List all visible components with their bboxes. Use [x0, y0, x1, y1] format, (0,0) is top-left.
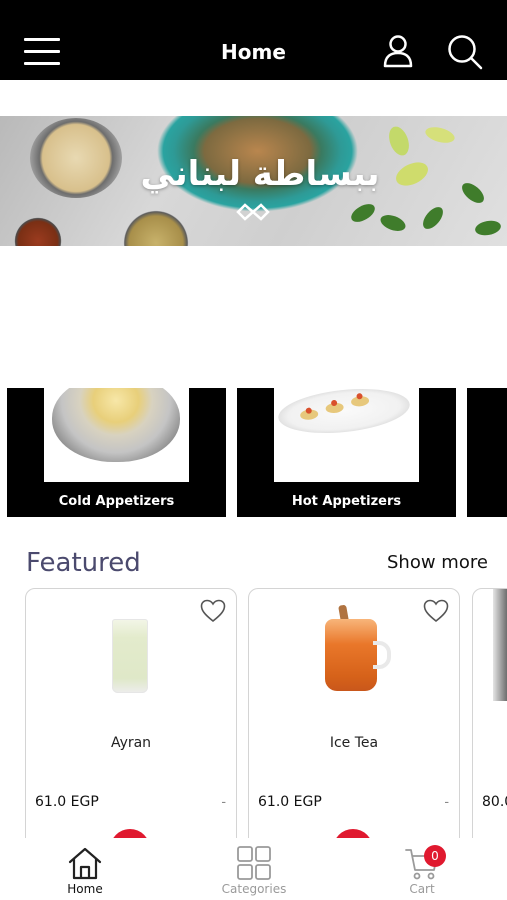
top-app-bar: Home [0, 0, 507, 80]
product-image [325, 619, 377, 691]
product-card-partial[interactable]: 80.0 [472, 588, 507, 858]
category-card-partial[interactable] [467, 388, 507, 517]
grid-icon [237, 846, 271, 880]
leaf-decoration [378, 211, 408, 235]
product-card-ayran[interactable]: Ayran 61.0 EGP - [25, 588, 237, 858]
leaf-decoration [458, 179, 488, 207]
featured-heading: Featured [26, 548, 141, 578]
jar-handle-image [373, 641, 391, 669]
cart-count-badge: 0 [424, 845, 446, 867]
product-image [493, 589, 507, 701]
product-price: 80.0 [482, 794, 507, 810]
promo-banner[interactable]: ببساطة لبناني [0, 116, 507, 246]
category-card-cold-appetizers[interactable]: Cold Appetizers [7, 388, 226, 517]
category-image [44, 388, 189, 482]
leaf-decoration [419, 203, 447, 233]
nav-label: Cart [409, 882, 435, 896]
user-profile-icon[interactable] [382, 34, 414, 68]
product-image [112, 619, 148, 693]
product-old-price: - [444, 793, 449, 809]
bowl-image [52, 388, 180, 462]
brand-logo-icon [236, 202, 270, 222]
nav-label: Categories [221, 882, 287, 896]
product-old-price: - [221, 793, 226, 809]
show-more-link[interactable]: Show more [387, 552, 488, 573]
heart-outline-icon[interactable] [200, 599, 226, 623]
product-name: Ice Tea [329, 735, 379, 751]
leaf-decoration [348, 200, 378, 226]
leaf-decoration [473, 218, 503, 238]
product-card-ice-tea[interactable]: Ice Tea 61.0 EGP - [248, 588, 460, 858]
search-icon[interactable] [446, 34, 484, 70]
category-label: Cold Appetizers [58, 494, 175, 509]
spice-dish-image [8, 216, 68, 246]
category-image [274, 388, 419, 482]
banner-slogan: ببساطة لبناني [140, 154, 380, 194]
category-label: Hot Appetizers [291, 494, 402, 509]
product-price: 61.0 EGP [258, 794, 322, 810]
category-carousel[interactable]: Cold Appetizers Hot Appetizers [0, 388, 507, 518]
dip-dish-image [115, 208, 197, 246]
lime-slice-image [423, 124, 457, 146]
category-card-hot-appetizers[interactable]: Hot Appetizers [237, 388, 456, 517]
nav-item-home[interactable]: Home [35, 846, 135, 900]
nav-item-cart[interactable]: Cart [372, 846, 472, 900]
product-name: Ayran [110, 735, 152, 751]
product-price: 61.0 EGP [35, 794, 99, 810]
nav-label: Home [67, 882, 103, 896]
home-icon [68, 847, 102, 880]
heart-outline-icon[interactable] [423, 599, 449, 623]
nav-item-categories[interactable]: Categories [204, 846, 304, 900]
plate-image [276, 388, 412, 439]
page-title: Home [221, 40, 286, 64]
